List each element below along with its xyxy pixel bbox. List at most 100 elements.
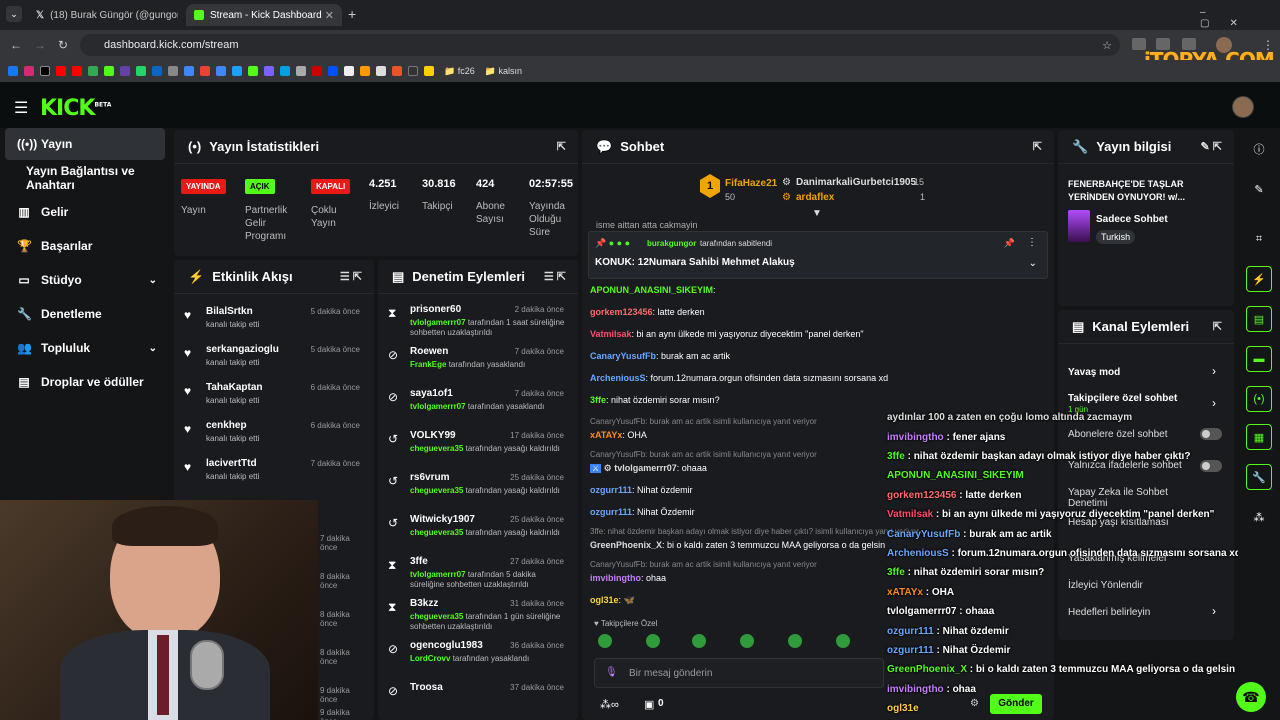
chat-user[interactable]: ozgurr111 xyxy=(590,507,632,517)
chat-user[interactable]: imvibingtho xyxy=(590,573,641,583)
bookmark-folder[interactable]: 📁 fc26 xyxy=(444,66,475,77)
support-icon[interactable]: ☎ xyxy=(1236,682,1266,712)
x-bookmark-icon[interactable] xyxy=(40,66,50,76)
tab-kick-dashboard[interactable]: Stream - Kick Dashboard ✕ xyxy=(186,4,342,26)
activity-user[interactable]: BilalSrtkn xyxy=(206,306,253,317)
sidebar-item-denetleme[interactable]: 🔧 Denetleme xyxy=(5,298,165,330)
moderated-user[interactable]: prisoner60 xyxy=(410,304,461,315)
moderator-name[interactable]: cheguevera35 xyxy=(410,486,463,495)
activity-user[interactable]: lacivertTtd xyxy=(206,458,257,469)
activity-user[interactable]: TahaKaptan xyxy=(206,382,263,393)
sidebar-item-gelir[interactable]: ▥ Gelir xyxy=(5,196,165,228)
bookmark-icon[interactable] xyxy=(184,66,194,76)
sidebar-item-basarilar[interactable]: 🏆 Başarılar xyxy=(5,230,165,262)
url-bar[interactable]: dashboard.kick.com/stream ☆ xyxy=(80,34,1120,56)
activity-user[interactable]: serkangazioglu xyxy=(206,344,279,355)
bookmark-icon[interactable] xyxy=(168,66,178,76)
moderator-name[interactable]: tvlolgamerrr07 xyxy=(410,318,466,327)
toolbox-icon[interactable]: ▦ xyxy=(1246,424,1272,450)
moderated-user[interactable]: B3kzz xyxy=(410,598,438,609)
edit-and-expand-icons[interactable]: ✎ ⇱ xyxy=(1201,140,1223,153)
bolt-icon[interactable]: ⚡ xyxy=(1246,266,1272,292)
forward-icon[interactable]: → xyxy=(34,38,46,52)
action-subscribers-only[interactable]: Abonelere özel sohbet xyxy=(1068,429,1168,440)
moderator-name[interactable]: tvlolgamerrr07 xyxy=(410,402,466,411)
emote-icon[interactable] xyxy=(788,634,802,648)
youtube-icon[interactable] xyxy=(72,66,82,76)
back-icon[interactable]: ← xyxy=(10,38,22,52)
drop-icon[interactable] xyxy=(88,66,98,76)
moderator-name[interactable]: FrankEge xyxy=(410,360,446,369)
hamburger-icon[interactable]: ☰ xyxy=(14,98,28,118)
moderator-name[interactable]: cheguevera35 xyxy=(410,612,463,621)
chat-user[interactable]: 3ffe xyxy=(590,395,606,405)
connections-icon[interactable]: ⁂∞ xyxy=(600,698,619,711)
sidebar-item-studyo[interactable]: ▭ Stüdyo ⌄ xyxy=(5,264,165,296)
chat-user[interactable]: ArcheniousS xyxy=(590,373,646,383)
moderated-user[interactable]: ogencoglu1983 xyxy=(410,640,483,651)
stream-tag[interactable]: Turkish xyxy=(1096,230,1136,244)
chat-user[interactable]: Vatmilsak xyxy=(590,329,632,339)
bookmark-icon[interactable] xyxy=(344,66,354,76)
bookmark-icon[interactable] xyxy=(200,66,210,76)
sidebar-item-yayin[interactable]: ((•)) Yayın xyxy=(5,128,165,160)
chat-user[interactable]: gorkem123456 xyxy=(590,307,653,317)
document-icon[interactable]: ▤ xyxy=(1246,306,1272,332)
action-raid[interactable]: İzleyici Yönlendir xyxy=(1068,580,1143,591)
youtube-icon[interactable] xyxy=(56,66,66,76)
stream-category[interactable]: Sadece Sohbet xyxy=(1096,214,1168,225)
bookmark-icon[interactable] xyxy=(424,66,434,76)
facebook-icon[interactable] xyxy=(8,66,18,76)
action-ai-moderation[interactable]: Yapay Zeka ile Sohbet Denetimi xyxy=(1068,487,1208,509)
broadcast-icon[interactable]: (•) xyxy=(1246,386,1272,412)
chevron-down-icon[interactable]: ⌄ xyxy=(1029,258,1037,269)
chevron-right-icon[interactable]: › xyxy=(1212,604,1216,618)
emote-icon[interactable] xyxy=(740,634,754,648)
chevron-right-icon[interactable]: › xyxy=(1212,364,1216,378)
chat-user[interactable]: tvlolgamerrr07 xyxy=(614,463,677,473)
user-avatar[interactable] xyxy=(1232,96,1254,118)
settings-icon[interactable]: ⚙ xyxy=(970,698,979,709)
filter-and-expand-icons[interactable]: ☰ ⇱ xyxy=(340,270,362,283)
reload-icon[interactable]: ↻ xyxy=(58,38,68,52)
action-followers-only[interactable]: Takipçilere özel sohbet xyxy=(1068,393,1177,404)
chat-user[interactable]: APONUN_ANASINI_SIKEYIM xyxy=(590,285,713,295)
chat-user[interactable]: ogl31e xyxy=(590,595,619,605)
star-icon[interactable]: ☆ xyxy=(1102,39,1112,52)
moderator-name[interactable]: chegueverа35 xyxy=(410,444,463,453)
kick-icon[interactable] xyxy=(104,66,114,76)
connections-icon[interactable]: ⁂ xyxy=(1246,504,1272,530)
send-button[interactable]: Gönder xyxy=(990,694,1042,714)
sidebar-item-yayin-baglantisi[interactable]: Yayın Bağlantısı ve Anahtarı xyxy=(14,162,174,194)
unpin-icon[interactable]: 📌 xyxy=(1004,238,1015,249)
action-goals[interactable]: Hedefleri belirleyin xyxy=(1068,607,1150,618)
expand-icon[interactable]: ⇱ xyxy=(557,140,566,153)
moderator-name[interactable]: tvlolgamerrr07 xyxy=(410,570,466,579)
chat-bubble-icon[interactable]: ▬ xyxy=(1246,346,1272,372)
sidebar-item-droplar[interactable]: ▤ Droplar ve ödüller xyxy=(5,366,165,398)
top-gifter-name[interactable]: DanimarkaliGurbetci1905 xyxy=(796,177,916,188)
moderated-user[interactable]: saya1of1 xyxy=(410,388,453,399)
bookmark-folder[interactable]: 📁 kalsın xyxy=(485,66,522,77)
moderated-user[interactable]: VOLKY99 xyxy=(410,430,456,441)
emote-icon[interactable] xyxy=(646,634,660,648)
bookmark-icon[interactable] xyxy=(376,66,386,76)
bookmark-icon[interactable] xyxy=(312,66,322,76)
emote-icon[interactable] xyxy=(598,634,612,648)
top-gifter-name[interactable]: ardaflex xyxy=(796,192,834,203)
emote-icon[interactable] xyxy=(836,634,850,648)
mic-icon[interactable]: 🎙 xyxy=(605,667,618,678)
chevron-right-icon[interactable]: › xyxy=(1212,396,1216,410)
action-slow-mode[interactable]: Yavaş mod xyxy=(1068,367,1120,378)
close-tab-icon[interactable]: ✕ xyxy=(325,9,334,22)
gift-icon[interactable]: ▣ xyxy=(644,698,654,711)
docs-icon[interactable] xyxy=(216,66,226,76)
more-icon[interactable]: ⋮ xyxy=(1027,237,1037,248)
top-gifter-name[interactable]: FifaHaze21 xyxy=(725,178,777,189)
moderated-user[interactable]: Witwicky1907 xyxy=(410,514,475,525)
bookmark-icon[interactable] xyxy=(280,66,290,76)
moderator-name[interactable]: cheguevera35 xyxy=(410,528,463,537)
chat-input[interactable]: 🎙 Bir mesaj gönderin xyxy=(594,658,884,688)
bookmark-icon[interactable] xyxy=(328,66,338,76)
tab-twitter[interactable]: 𝕏 (18) Burak Güngör (@gungorbu xyxy=(28,4,178,26)
